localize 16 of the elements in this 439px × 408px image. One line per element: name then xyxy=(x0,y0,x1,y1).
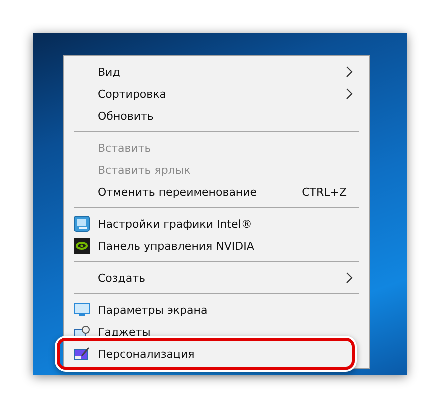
menu-item[interactable]: Параметры экрана xyxy=(98,304,208,316)
menu-item[interactable]: Вид xyxy=(98,66,120,78)
menu-item[interactable]: Панель управления NVIDIA xyxy=(98,240,254,252)
menu-item[interactable]: Создать xyxy=(98,272,146,284)
menu-item[interactable]: Персонализация xyxy=(98,348,195,360)
menu-item[interactable]: Отменить переименование xyxy=(98,186,258,198)
gadget-icon xyxy=(74,326,90,338)
personalization-icon xyxy=(74,347,90,361)
menu-item[interactable]: Настройки графики Intel® xyxy=(98,218,252,230)
monitor-icon xyxy=(74,303,90,317)
menu-item[interactable]: Сортировка xyxy=(98,88,167,100)
menu-item[interactable]: Обновить xyxy=(98,110,154,122)
nvidia-icon xyxy=(74,238,90,254)
menu-item[interactable]: Гаджеты xyxy=(98,326,151,338)
shortcut-label: CTRL+Z xyxy=(302,186,347,198)
graphics-settings-icon xyxy=(74,216,90,232)
